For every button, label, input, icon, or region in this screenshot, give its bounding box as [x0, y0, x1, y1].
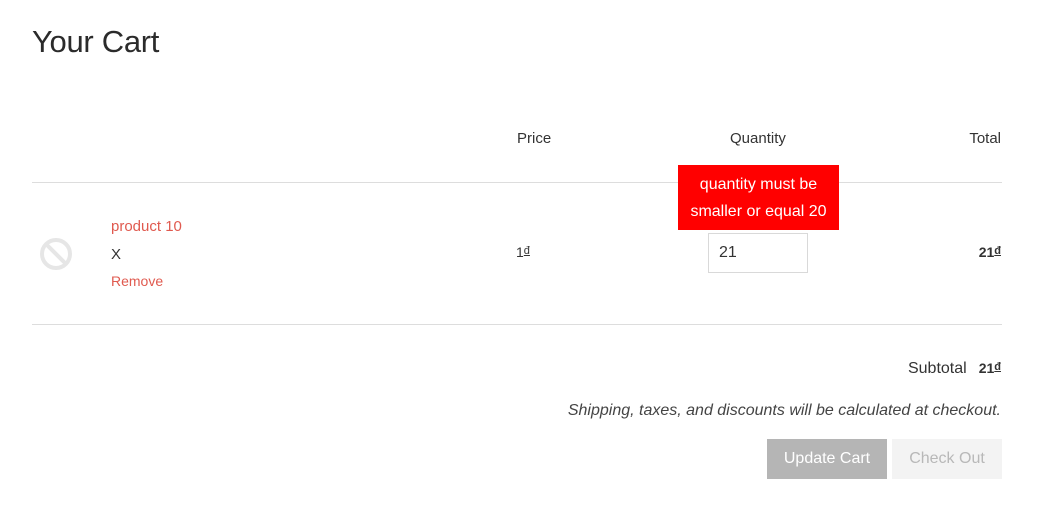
quantity-error-line-2: smaller or equal 20	[690, 203, 827, 220]
product-variant: X	[111, 246, 122, 263]
quantity-column-header: Quantity	[730, 130, 786, 147]
quantity-input[interactable]	[708, 233, 808, 273]
product-name-link[interactable]: product 10	[111, 218, 182, 235]
quantity-error-line-1: quantity must be	[699, 176, 818, 193]
shipping-note: Shipping, taxes, and discounts will be c…	[567, 402, 1001, 419]
currency-symbol: đ	[994, 245, 1001, 257]
remove-item-link[interactable]: Remove	[111, 273, 163, 289]
total-cell: 21đ	[979, 244, 1001, 260]
total-column-header: Total	[969, 130, 1001, 147]
subtotal-label: Subtotal	[907, 360, 967, 377]
currency-symbol: đ	[523, 245, 530, 257]
update-cart-button[interactable]: Update Cart	[767, 439, 887, 479]
quantity-error-tooltip: quantity must be smaller or equal 20	[678, 165, 839, 230]
table-divider-top	[32, 182, 1002, 183]
table-divider-bottom	[32, 324, 1002, 325]
no-image-icon	[38, 236, 74, 272]
price-column-header: Price	[517, 130, 552, 147]
price-cell: 1đ	[516, 244, 530, 260]
check-out-button[interactable]: Check Out	[892, 439, 1002, 479]
page-title: Your Cart	[32, 24, 160, 59]
currency-symbol: đ	[994, 361, 1001, 373]
total-value: 21	[978, 244, 995, 260]
subtotal-value: 21	[978, 360, 995, 376]
price-value: 1	[516, 244, 524, 260]
subtotal-row: Subtotal 21đ	[908, 360, 1001, 378]
